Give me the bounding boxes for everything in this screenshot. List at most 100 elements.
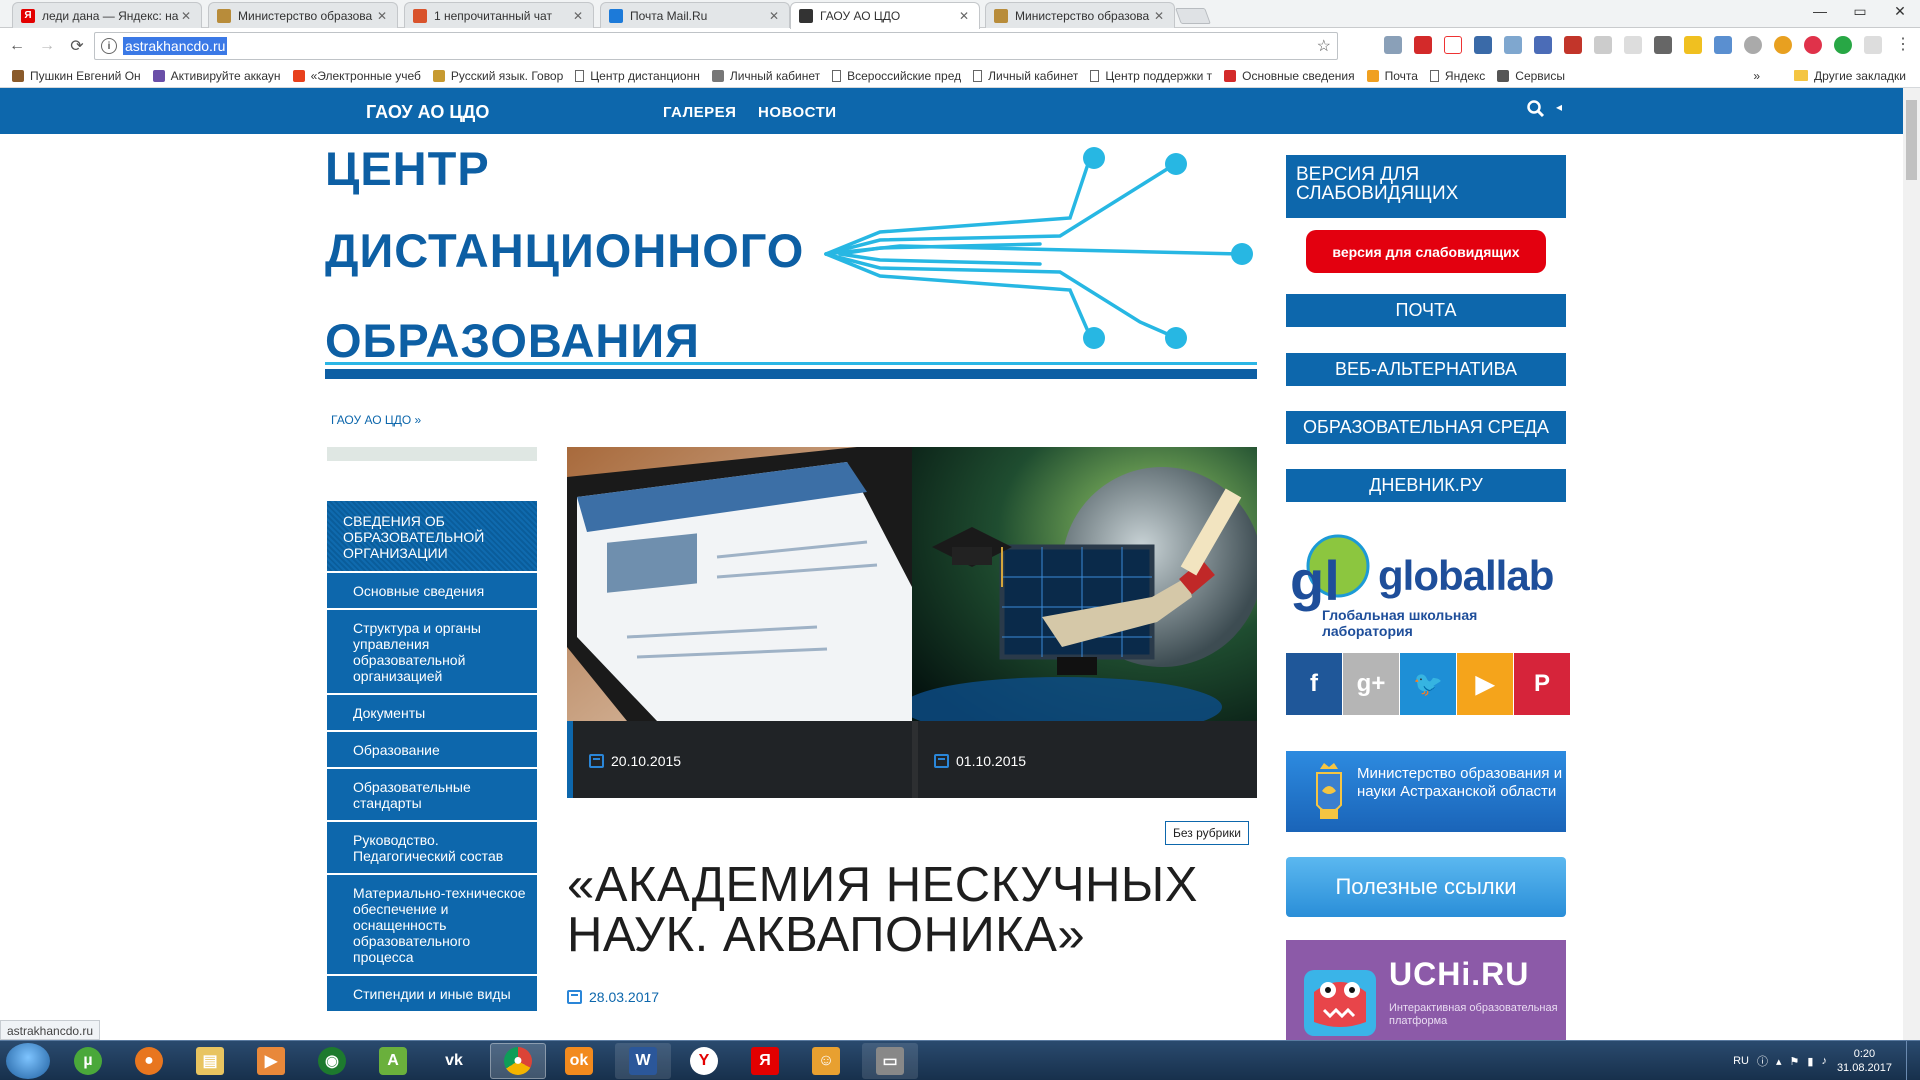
post-title[interactable]: «АКАДЕМИЯ НЕСКУЧНЫХ НАУК. АКВАПОНИКА» xyxy=(567,860,1207,960)
pinterest-icon[interactable]: P xyxy=(1514,653,1570,715)
bookmark-item[interactable]: Центр дистанционн xyxy=(575,69,700,83)
mail-link[interactable]: ПОЧТА xyxy=(1286,294,1566,327)
reload-button[interactable]: ⟳ xyxy=(64,33,90,59)
menu-icon[interactable]: ⋮ xyxy=(1894,36,1912,54)
volume-icon[interactable]: ♪ xyxy=(1821,1055,1827,1067)
yandex-icon[interactable]: Я xyxy=(737,1043,793,1079)
bookmark-item[interactable]: Почта xyxy=(1366,69,1418,83)
browser-tab[interactable]: Министерство образова ✕ xyxy=(985,2,1175,28)
extension-icon[interactable] xyxy=(1594,36,1612,54)
browser-tab[interactable]: Почта Mail.Ru ✕ xyxy=(600,2,790,28)
bookmark-item[interactable]: Русский язык. Говор xyxy=(432,69,563,83)
address-bar[interactable]: i astrakhancdo.ru ☆ xyxy=(94,32,1338,60)
window-app-icon[interactable]: ▭ xyxy=(862,1043,918,1079)
network-icon[interactable]: ▮ xyxy=(1807,1055,1813,1068)
extension-icon[interactable] xyxy=(1774,36,1792,54)
bookmark-item[interactable]: Основные сведения xyxy=(1224,69,1355,83)
language-indicator[interactable]: RU xyxy=(1733,1055,1749,1067)
extension-icon[interactable] xyxy=(1684,36,1702,54)
accessibility-button[interactable]: версия для слабовидящих xyxy=(1306,230,1546,273)
show-desktop-button[interactable] xyxy=(1906,1041,1920,1080)
media-player-icon[interactable]: ▶ xyxy=(243,1043,299,1079)
word-icon[interactable]: W xyxy=(615,1043,671,1079)
sidebar-item-basic-info[interactable]: Основные сведения xyxy=(327,573,537,610)
new-tab-button[interactable] xyxy=(1175,8,1211,24)
extension-icon[interactable] xyxy=(1474,36,1492,54)
bookmark-item[interactable]: Сервисы xyxy=(1497,69,1565,83)
chrome-icon[interactable]: ● xyxy=(490,1043,546,1079)
forward-button[interactable]: → xyxy=(34,33,60,59)
other-bookmarks[interactable]: Другие закладки xyxy=(1794,69,1906,83)
bookmarks-more[interactable]: » xyxy=(1753,69,1760,83)
clock[interactable]: 0:20 31.08.2017 xyxy=(1837,1047,1892,1075)
news-slide-2[interactable]: 01.10.2015 xyxy=(912,447,1257,798)
extension-icon[interactable] xyxy=(1804,36,1822,54)
start-button[interactable] xyxy=(6,1043,50,1079)
news-slide-1[interactable]: 20.10.2015 xyxy=(567,447,912,798)
yandex-browser-icon[interactable]: Y xyxy=(676,1043,732,1079)
tab-close-icon[interactable]: ✕ xyxy=(1152,9,1166,23)
extension-icon[interactable] xyxy=(1744,36,1762,54)
extension-icon[interactable] xyxy=(1534,36,1552,54)
facebook-icon[interactable]: f xyxy=(1286,653,1342,715)
sidebar-item-standards[interactable]: Образовательные стандарты xyxy=(327,769,537,822)
bookmark-star-icon[interactable]: ☆ xyxy=(1317,36,1331,56)
bookmark-item[interactable]: Личный кабинет xyxy=(711,69,820,83)
explorer-icon[interactable]: ▤ xyxy=(182,1043,238,1079)
site-info-icon[interactable]: i xyxy=(101,38,117,54)
scrollbar-thumb[interactable] xyxy=(1906,100,1917,180)
extension-icon[interactable] xyxy=(1384,36,1402,54)
breadcrumb[interactable]: ГАОУ АО ЦДО » xyxy=(331,413,421,427)
vk-icon[interactable]: vk xyxy=(426,1043,482,1079)
page-scrollbar[interactable] xyxy=(1903,88,1920,1040)
bookmark-item[interactable]: Центр поддержки т xyxy=(1090,69,1212,83)
close-window-button[interactable]: ✕ xyxy=(1880,0,1920,22)
dnevnik-link[interactable]: ДНЕВНИК.РУ xyxy=(1286,469,1566,502)
caret-left-icon[interactable]: ◂ xyxy=(1556,100,1562,114)
nav-news[interactable]: НОВОСТИ xyxy=(758,104,837,121)
yandex-ext-icon[interactable] xyxy=(1444,36,1462,54)
bookmark-item[interactable]: «Электронные учеб xyxy=(292,69,421,83)
extension-icon[interactable] xyxy=(1504,36,1522,54)
tray-arrow-icon[interactable]: ▴ xyxy=(1776,1055,1782,1068)
sidebar-item-documents[interactable]: Документы xyxy=(327,695,537,732)
bookmark-item[interactable]: Яндекс xyxy=(1429,69,1485,83)
maximize-button[interactable]: ▭ xyxy=(1840,0,1880,22)
twitter-icon[interactable]: 🐦 xyxy=(1400,653,1456,715)
app-icon[interactable]: ◉ xyxy=(304,1043,360,1079)
sidebar-heading[interactable]: СВЕДЕНИЯ ОБ ОБРАЗОВАТЕЛЬНОЙ ОРГАНИЗАЦИИ xyxy=(327,501,537,573)
globallab-banner[interactable]: gl globallab Глобальная школьная лаборат… xyxy=(1286,528,1571,639)
search-icon[interactable] xyxy=(1527,100,1545,121)
web-alternative-link[interactable]: ВЕБ-АЛЬТЕРНАТИВА xyxy=(1286,353,1566,386)
bookmark-item[interactable]: Всероссийские пред xyxy=(832,69,961,83)
tab-close-icon[interactable]: ✕ xyxy=(179,9,193,23)
adblock-icon[interactable] xyxy=(1414,36,1432,54)
sidebar-item-equipment[interactable]: Материально-техническое обеспечение и ос… xyxy=(327,875,537,976)
tab-close-icon[interactable]: ✕ xyxy=(571,9,585,23)
odnoklassniki-icon[interactable]: ok xyxy=(551,1043,607,1079)
sidebar-item-scholarships[interactable]: Стипендии и иные виды xyxy=(327,976,537,1013)
extension-icon[interactable] xyxy=(1864,36,1882,54)
bookmark-item[interactable]: Личный кабинет xyxy=(973,69,1078,83)
sidebar-item-structure[interactable]: Структура и органы управления образовате… xyxy=(327,610,537,695)
agent-icon[interactable]: A xyxy=(365,1043,421,1079)
nav-gallery[interactable]: ГАЛЕРЕЯ xyxy=(663,104,736,121)
google-plus-icon[interactable]: g+ xyxy=(1343,653,1399,715)
ministry-banner[interactable]: Министерство образования и науки Астраха… xyxy=(1286,751,1566,832)
category-tag[interactable]: Без рубрики xyxy=(1165,821,1249,845)
browser-tab[interactable]: 1 непрочитанный чат ✕ xyxy=(404,2,594,28)
flag-icon[interactable]: ⚑ xyxy=(1790,1055,1800,1068)
browser-tab[interactable]: Яледи дана — Яндекс: на ✕ xyxy=(12,2,202,28)
minimize-button[interactable]: — xyxy=(1800,0,1840,22)
uchi-banner[interactable]: UCHi.RU Интерактивная образовательная пл… xyxy=(1286,940,1566,1040)
extension-icon[interactable] xyxy=(1834,36,1852,54)
tab-close-icon[interactable]: ✕ xyxy=(957,9,971,23)
bookmark-item[interactable]: Пушкин Евгений Он xyxy=(12,69,141,83)
tab-close-icon[interactable]: ✕ xyxy=(375,9,389,23)
back-button[interactable]: ← xyxy=(4,33,30,59)
utorrent-icon[interactable]: µ xyxy=(60,1043,116,1079)
extension-icon[interactable] xyxy=(1714,36,1732,54)
help-icon[interactable]: ⓘ xyxy=(1757,1053,1768,1069)
educational-environment-link[interactable]: ОБРАЗОВАТЕЛЬНАЯ СРЕДА xyxy=(1286,411,1566,444)
browser-tab[interactable]: Министерство образова ✕ xyxy=(208,2,398,28)
